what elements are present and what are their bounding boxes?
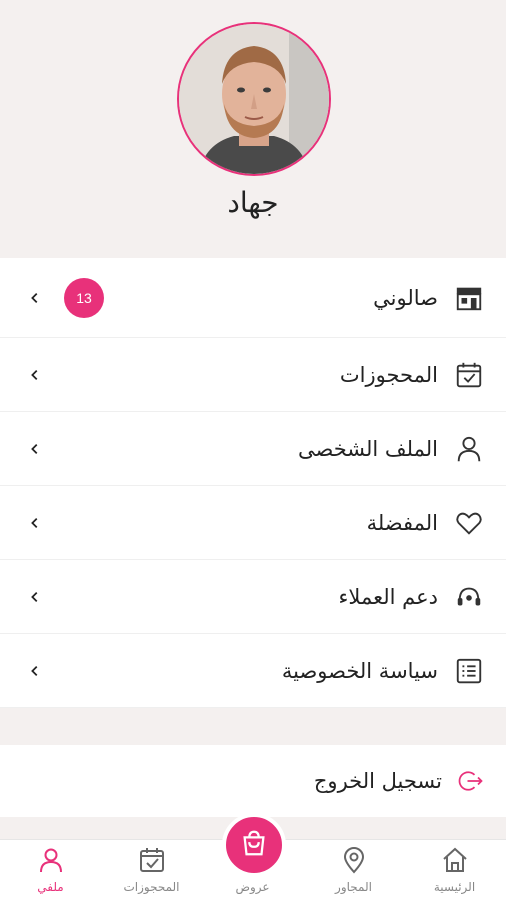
logout-button[interactable]: تسجيل الخروج <box>0 745 506 817</box>
menu-item-label: المحجوزات <box>339 362 438 387</box>
nav-label: ملفي <box>37 880 64 894</box>
heart-icon <box>452 506 486 540</box>
menu-item-label: دعم العملاء <box>338 584 438 609</box>
nav-bookings[interactable]: المحجوزات <box>101 840 202 900</box>
headset-icon <box>452 580 486 614</box>
logout-label: تسجيل الخروج <box>313 769 442 793</box>
menu-item-profile[interactable]: الملف الشخصى <box>0 412 506 486</box>
menu-item-label: المفضلة <box>366 510 438 535</box>
salon-count-badge: 13 <box>64 277 104 318</box>
menu-item-favorites[interactable]: المفضلة <box>0 486 506 560</box>
home-icon <box>441 846 469 874</box>
menu-item-support[interactable]: دعم العملاء <box>0 560 506 634</box>
menu-item-label: الملف الشخصى <box>298 436 438 461</box>
nav-label: المحجوزات <box>123 880 180 894</box>
chevron-left-icon <box>26 440 44 458</box>
nav-label: عروض <box>235 880 270 894</box>
nav-nearby[interactable]: المجاور <box>303 840 404 900</box>
nav-home[interactable]: الرئيسية <box>404 840 505 900</box>
profile-menu: صالوني 13 المحجوزات الملف الشخصى المفضلة… <box>0 258 506 708</box>
location-pin-icon <box>340 846 368 874</box>
chevron-left-icon <box>26 289 44 307</box>
user-icon <box>452 432 486 466</box>
list-icon <box>452 654 486 688</box>
profile-name: جهاد <box>227 186 279 219</box>
menu-item-label: سياسة الخصوصية <box>281 658 438 683</box>
nav-profile[interactable]: ملفي <box>0 840 101 900</box>
chevron-left-icon <box>26 514 44 532</box>
menu-item-privacy[interactable]: سياسة الخصوصية <box>0 634 506 708</box>
avatar[interactable] <box>177 22 331 176</box>
avatar-photo <box>179 24 329 174</box>
nav-label: الرئيسية <box>433 880 476 894</box>
offers-button[interactable] <box>222 813 286 877</box>
chevron-left-icon <box>26 588 44 606</box>
menu-item-salon[interactable]: صالوني 13 <box>0 258 506 338</box>
calendar-check-icon <box>452 358 486 392</box>
chevron-left-icon <box>26 366 44 384</box>
logout-icon <box>454 764 488 798</box>
shopping-bag-icon <box>239 828 269 862</box>
profile-header: جهاد <box>0 0 506 258</box>
menu-item-bookings[interactable]: المحجوزات <box>0 338 506 412</box>
chevron-left-icon <box>26 662 44 680</box>
nav-label: المجاور <box>335 880 372 894</box>
calendar-check-icon <box>138 846 166 874</box>
user-icon <box>37 846 65 874</box>
salon-icon <box>452 281 486 315</box>
